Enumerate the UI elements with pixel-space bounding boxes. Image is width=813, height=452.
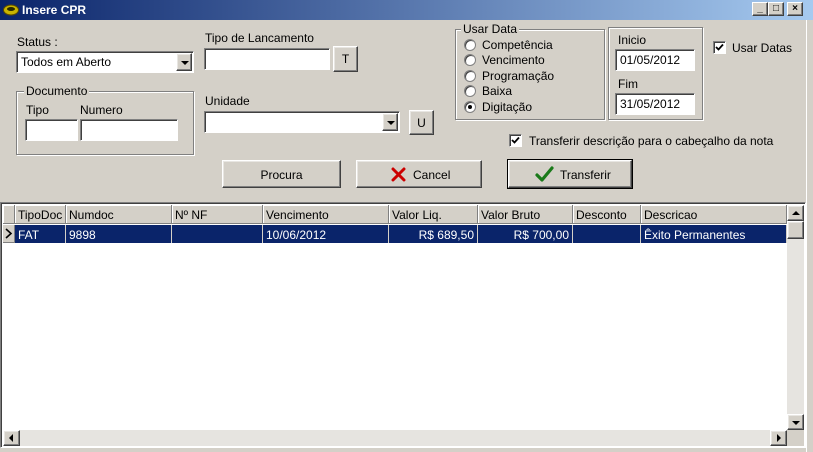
checkmark-icon xyxy=(715,43,724,51)
fim-date-value: 31/05/2012 xyxy=(620,97,681,111)
radio-button xyxy=(464,70,476,82)
tipo-lancamento-label: Tipo de Lancamento xyxy=(205,31,314,45)
scroll-down-button[interactable] xyxy=(787,414,804,430)
radio-button xyxy=(464,85,476,97)
documento-tipo-input[interactable] xyxy=(25,119,78,141)
status-select[interactable]: Todos em Aberto xyxy=(16,51,194,73)
window-title: Insere CPR xyxy=(22,3,87,17)
checkbox-box xyxy=(713,41,726,54)
documento-numero-label: Numero xyxy=(80,103,123,117)
row-indicator-header xyxy=(3,205,15,224)
radio-vencimento-label: Vencimento xyxy=(482,53,545,67)
maximize-button[interactable]: □ xyxy=(768,2,784,16)
minimize-icon: _ xyxy=(757,3,763,14)
radio-baixa[interactable]: Baixa xyxy=(464,84,599,99)
documento-numero-input[interactable] xyxy=(80,119,178,141)
window-border-right xyxy=(806,20,813,452)
column-header-valor-liq[interactable]: Valor Liq. xyxy=(389,205,478,224)
column-header-valor-bruto[interactable]: Valor Bruto xyxy=(478,205,573,224)
table-cell-numdoc[interactable]: 9898 xyxy=(66,225,172,243)
app-logo-icon xyxy=(3,4,19,16)
radio-programacao-label: Programação xyxy=(482,69,555,83)
close-icon: × xyxy=(792,3,798,14)
inicio-date-input[interactable]: 01/05/2012 xyxy=(615,49,695,71)
table-cell-valor-liq[interactable]: R$ 689,50 xyxy=(389,225,478,243)
scroll-left-button[interactable] xyxy=(3,430,20,446)
title-bar: Insere CPR _ □ × xyxy=(0,0,813,20)
vertical-scroll-thumb[interactable] xyxy=(787,221,804,239)
vertical-scrollbar[interactable] xyxy=(787,205,804,430)
documento-legend: Documento xyxy=(24,84,90,98)
column-header-numdoc[interactable]: Numdoc xyxy=(66,205,172,224)
tipo-lancamento-input[interactable] xyxy=(204,48,330,70)
unidade-button-label: U xyxy=(417,116,426,130)
cancel-button-label: Cancel xyxy=(413,168,451,182)
column-header-vencimento[interactable]: Vencimento xyxy=(263,205,389,224)
column-header-tipodoc[interactable]: TipoDoc xyxy=(15,205,66,224)
column-header-descricao[interactable]: Descricao xyxy=(641,205,787,224)
transferir-descricao-checkbox[interactable]: Transferir descrição para o cabeçalho da… xyxy=(509,133,784,149)
column-header-desconto[interactable]: Desconto xyxy=(573,205,641,224)
radio-digitacao-label: Digitação xyxy=(482,100,533,114)
radio-digitacao[interactable]: Digitação xyxy=(464,100,599,115)
unidade-lookup-button[interactable]: U xyxy=(409,110,434,135)
checkmark-icon xyxy=(511,136,520,144)
checkbox-box xyxy=(509,134,522,147)
column-header-nf[interactable]: Nº NF xyxy=(172,205,263,224)
transferir-button[interactable]: Transferir xyxy=(507,159,633,189)
radio-button xyxy=(464,54,476,66)
status-dropdown-button[interactable] xyxy=(176,53,192,71)
table-cell-tipodoc[interactable]: FAT xyxy=(15,225,66,243)
usar-datas-checkbox[interactable]: Usar Datas xyxy=(713,40,809,56)
transferir-button-label: Transferir xyxy=(560,168,611,182)
fim-label: Fim xyxy=(618,77,638,91)
transferir-descricao-label: Transferir descrição para o cabeçalho da… xyxy=(529,134,774,148)
radio-button xyxy=(464,39,476,51)
cancel-button[interactable]: Cancel xyxy=(356,160,482,188)
radio-button-selected xyxy=(464,101,476,113)
table-cell-desconto[interactable] xyxy=(573,225,641,243)
status-label: Status : xyxy=(17,35,58,49)
cancel-x-icon xyxy=(391,167,406,182)
table-cell-vencimento[interactable]: 10/06/2012 xyxy=(263,225,389,243)
procura-button[interactable]: Procura xyxy=(222,160,341,188)
table-cell-descricao[interactable]: Êxito Permanentes xyxy=(641,225,787,243)
cpr-data-grid[interactable]: TipoDoc Numdoc Nº NF Vencimento Valor Li… xyxy=(0,202,806,448)
scrollbar-corner xyxy=(787,430,804,446)
transferir-button-face: Transferir xyxy=(508,160,632,188)
radio-competencia-label: Competência xyxy=(482,38,553,52)
fim-date-input[interactable]: 31/05/2012 xyxy=(615,93,695,115)
horizontal-scrollbar[interactable] xyxy=(3,430,787,446)
inicio-date-value: 01/05/2012 xyxy=(620,53,681,67)
radio-vencimento[interactable]: Vencimento xyxy=(464,53,599,68)
tipo-lancamento-button-label: T xyxy=(341,52,350,66)
scroll-right-button[interactable] xyxy=(770,430,787,446)
maximize-icon: □ xyxy=(772,3,780,14)
table-cell-valor-bruto[interactable]: R$ 700,00 xyxy=(478,225,573,243)
radio-programacao[interactable]: Programação xyxy=(464,69,599,84)
table-cell-nf[interactable] xyxy=(172,225,263,243)
inicio-label: Inicio xyxy=(618,33,647,47)
radio-baixa-label: Baixa xyxy=(482,84,513,98)
status-value: Todos em Aberto xyxy=(21,55,112,69)
current-row-arrow-icon xyxy=(5,228,13,239)
usar-datas-label: Usar Datas xyxy=(732,41,793,55)
row-indicator[interactable] xyxy=(3,225,15,243)
unidade-dropdown-button[interactable] xyxy=(382,113,398,131)
procura-button-label: Procura xyxy=(260,168,303,182)
documento-tipo-label: Tipo xyxy=(26,103,49,117)
tipo-lancamento-lookup-button[interactable]: T xyxy=(333,46,358,72)
usar-data-legend: Usar Data xyxy=(461,22,520,36)
unidade-select[interactable] xyxy=(204,111,400,133)
minimize-button[interactable]: _ xyxy=(752,2,768,16)
unidade-label: Unidade xyxy=(205,94,250,108)
checkmark-icon xyxy=(535,166,554,182)
scroll-up-button[interactable] xyxy=(787,205,804,221)
close-button[interactable]: × xyxy=(787,2,803,16)
radio-competencia[interactable]: Competência xyxy=(464,38,599,53)
